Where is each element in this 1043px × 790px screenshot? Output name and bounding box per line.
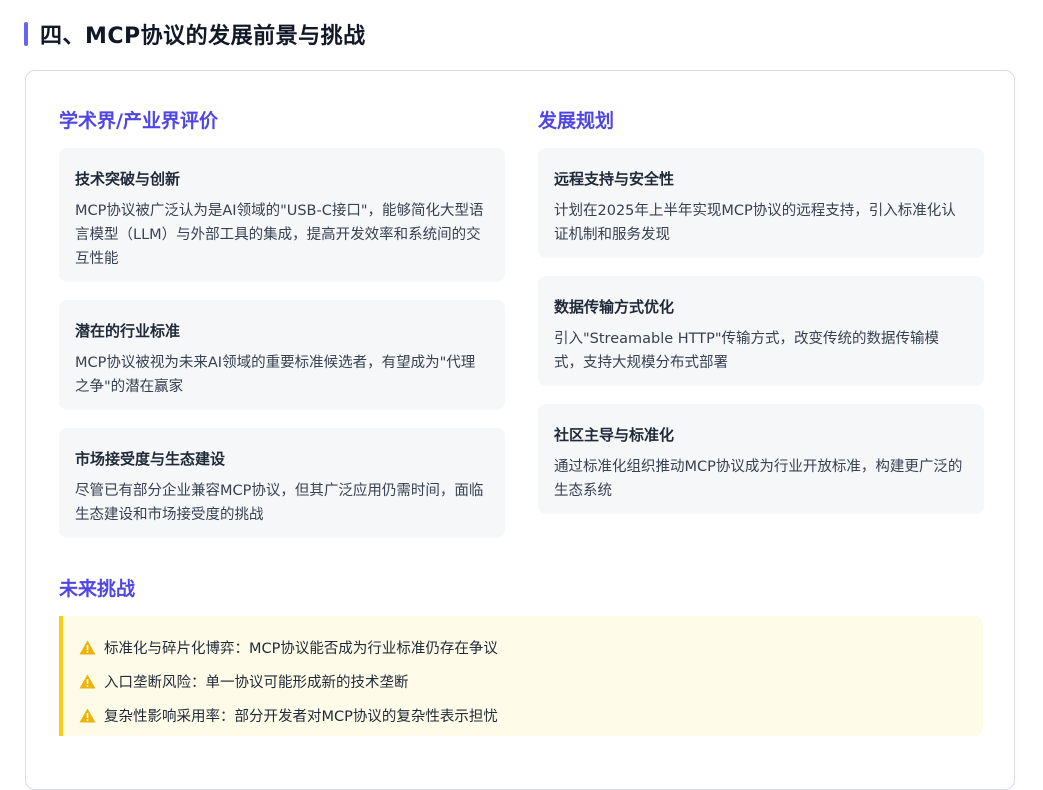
evaluation-card: 技术突破与创新 MCP协议被广泛认为是AI领域的"USB-C接口"，能够简化大型…	[59, 148, 505, 282]
card-body: MCP协议被视为未来AI领域的重要标准候选者，有望成为"代理之争"的潜在赢家	[75, 355, 476, 395]
challenge-item: 复杂性影响采用率：部分开发者对MCP协议的复杂性表示担忧	[79, 698, 983, 732]
card-body: 计划在2025年上半年实现MCP协议的远程支持，引入标准化认证机制和服务发现	[554, 203, 956, 243]
card-body: 引入"Streamable HTTP"传输方式，改变传统的数据传输模式，支持大规…	[554, 331, 940, 371]
challenge-item: 标准化与碎片化博弈：MCP协议能否成为行业标准仍存在争议	[79, 630, 983, 664]
challenge-text: 标准化与碎片化博弈：MCP协议能否成为行业标准仍存在争议	[104, 640, 498, 657]
title-accent-bar	[24, 22, 28, 46]
evaluation-card: 潜在的行业标准 MCP协议被视为未来AI领域的重要标准候选者，有望成为"代理之争…	[59, 300, 505, 410]
evaluation-card: 市场接受度与生态建设 尽管已有部分企业兼容MCP协议，但其广泛应用仍需时间，面临…	[59, 428, 505, 538]
challenges-box: 标准化与碎片化博弈：MCP协议能否成为行业标准仍存在争议 入口垄断风险：单一协议…	[59, 616, 983, 736]
roadmap-heading: 发展规划	[538, 110, 615, 132]
warning-icon	[79, 708, 96, 722]
card-title: 市场接受度与生态建设	[75, 450, 226, 468]
warning-icon	[79, 640, 96, 654]
roadmap-card: 社区主导与标准化 通过标准化组织推动MCP协议成为行业开放标准，构建更广泛的生态…	[538, 404, 984, 514]
evaluation-heading: 学术界/产业界评价	[59, 110, 218, 132]
challenge-text: 复杂性影响采用率：部分开发者对MCP协议的复杂性表示担忧	[104, 708, 498, 725]
card-title: 社区主导与标准化	[554, 426, 675, 444]
challenge-item: 入口垄断风险：单一协议可能形成新的技术垄断	[79, 664, 983, 698]
page-title: 四、MCP协议的发展前景与挑战	[40, 24, 366, 49]
challenges-heading: 未来挑战	[59, 578, 136, 600]
card-title: 数据传输方式优化	[554, 298, 675, 316]
card-body: 通过标准化组织推动MCP协议成为行业开放标准，构建更广泛的生态系统	[554, 459, 963, 499]
card-title: 远程支持与安全性	[554, 170, 675, 188]
card-title: 技术突破与创新	[75, 170, 181, 188]
roadmap-card: 远程支持与安全性 计划在2025年上半年实现MCP协议的远程支持，引入标准化认证…	[538, 148, 984, 258]
roadmap-card: 数据传输方式优化 引入"Streamable HTTP"传输方式，改变传统的数据…	[538, 276, 984, 386]
section-title: 四、MCP协议的发展前景与挑战	[24, 18, 366, 50]
card-body: 尽管已有部分企业兼容MCP协议，但其广泛应用仍需时间，面临生态建设和市场接受度的…	[75, 483, 484, 523]
content-panel: 学术界/产业界评价 技术突破与创新 MCP协议被广泛认为是AI领域的"USB-C…	[25, 70, 1015, 790]
card-body: MCP协议被广泛认为是AI领域的"USB-C接口"，能够简化大型语言模型（LLM…	[75, 203, 484, 267]
warning-icon	[79, 674, 96, 688]
challenge-text: 入口垄断风险：单一协议可能形成新的技术垄断	[104, 674, 409, 691]
card-title: 潜在的行业标准	[75, 322, 181, 340]
